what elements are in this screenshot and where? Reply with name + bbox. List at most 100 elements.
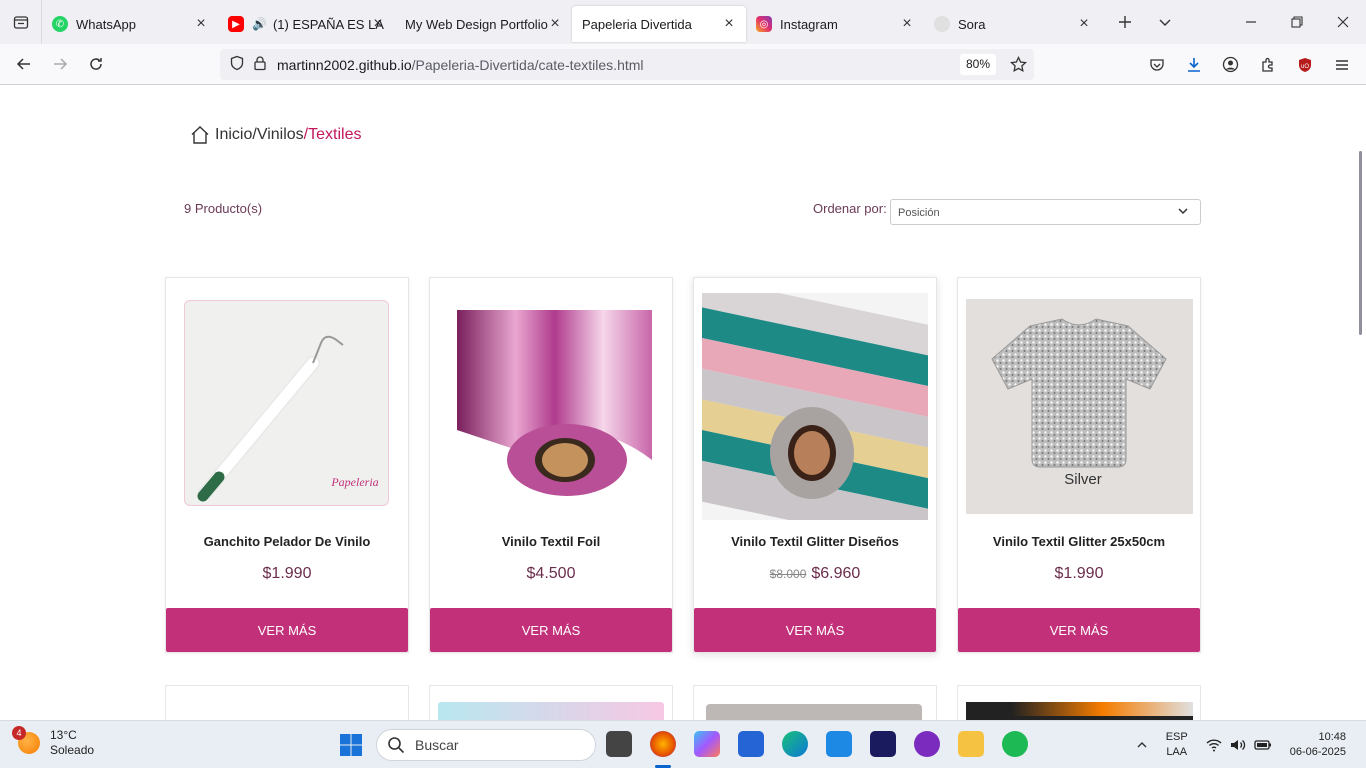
bookmark-star-icon[interactable] [1010,55,1027,76]
product-card[interactable] [165,685,409,720]
sora-icon [934,16,950,32]
minimize-button[interactable] [1228,0,1274,44]
menu-button[interactable] [1323,47,1360,83]
lock-icon[interactable] [253,55,267,74]
close-tab-icon[interactable]: × [546,15,564,33]
price-value: $4.500 [526,565,576,582]
list-all-tabs-button[interactable] [1145,0,1185,44]
tab-title: My Web Design Portfolio [405,16,548,32]
speaker-icon[interactable]: 🔊 [252,17,267,31]
tab-youtube[interactable]: ▶ 🔊 (1) ESPAÑA ES LA × [218,6,395,42]
product-card[interactable]: Papeleria Ganchito Pelador De Vinilo $1.… [165,277,409,653]
volume-icon[interactable] [1230,738,1246,752]
close-tab-icon[interactable]: × [1075,15,1093,33]
forward-button[interactable] [42,46,78,82]
product-card[interactable] [957,685,1201,720]
product-image[interactable] [706,704,922,720]
github-icon[interactable] [914,731,940,757]
wifi-icon[interactable] [1206,738,1222,752]
chevron-up-icon[interactable] [1136,739,1148,751]
ver-mas-button[interactable]: VER MÁS [166,608,408,652]
close-tab-icon[interactable]: × [898,15,916,33]
ver-mas-button[interactable]: VER MÁS [958,608,1200,652]
shield-icon[interactable] [229,55,245,74]
task-view-icon[interactable] [606,731,632,757]
product-name[interactable]: Ganchito Pelador De Vinilo [166,534,408,549]
account-icon [1222,56,1239,73]
product-card[interactable]: Silver Vinilo Textil Glitter 25x50cm $1.… [957,277,1201,653]
sort-label: Ordenar por: [813,201,887,216]
pocket-button[interactable] [1138,47,1175,83]
tab-list-button[interactable] [0,0,42,44]
svg-text:Papeleria: Papeleria [330,475,378,489]
restore-icon [1291,16,1303,28]
home-icon[interactable] [190,125,210,145]
clock[interactable]: 10:48 06-06-2025 [1290,730,1346,760]
ver-mas-button[interactable]: VER MÁS [694,608,936,652]
ublock-button[interactable]: uO [1286,47,1323,83]
product-card[interactable] [429,685,673,720]
tab-portfolio[interactable]: My Web Design Portfolio × [395,6,572,42]
windows-start-icon[interactable] [339,733,363,757]
tab-papeleria[interactable]: Papeleria Divertida × [572,6,746,42]
product-name[interactable]: Vinilo Textil Glitter 25x50cm [958,534,1200,549]
minimize-icon [1246,21,1256,23]
microsoft-store-icon[interactable] [738,731,764,757]
file-explorer-icon[interactable] [958,731,984,757]
reload-button[interactable] [78,46,114,82]
taskbar-search[interactable]: Buscar [376,729,596,761]
product-image-glitter-silver[interactable]: Silver [966,299,1193,514]
product-card[interactable] [693,685,937,720]
close-window-button[interactable] [1320,0,1366,44]
breadcrumb-home-link[interactable]: Inicio [215,126,252,144]
address-bar[interactable]: martinn2002.github.io/Papeleria-Divertid… [220,49,1034,80]
tab-whatsapp[interactable]: ✆ WhatsApp × [42,6,218,42]
copilot-icon[interactable] [694,731,720,757]
sort-select[interactable]: Posición [890,199,1201,225]
svg-text:uO: uO [1300,64,1308,70]
product-name[interactable]: Vinilo Textil Glitter Diseños [694,534,936,549]
extensions-button[interactable] [1249,47,1286,83]
product-image[interactable] [966,702,1193,720]
sort-selected-value: Posición [898,207,940,219]
breadcrumb-vinilos-link[interactable]: Vinilos [257,126,304,144]
downloads-button[interactable] [1175,47,1212,83]
back-button[interactable] [6,46,42,82]
product-name[interactable]: Vinilo Textil Foil [430,534,672,549]
close-tab-icon[interactable]: × [369,15,387,33]
breadcrumb-current: Textiles [308,126,362,143]
product-image-vinyl-weeder[interactable]: Papeleria [184,300,389,506]
product-image-foil-vinyl[interactable] [457,310,652,500]
close-tab-icon[interactable]: × [720,15,738,33]
reload-icon [90,58,102,70]
scrollbar-thumb[interactable] [1359,151,1362,335]
page-scrollbar[interactable] [1352,85,1366,720]
new-tab-button[interactable] [1105,0,1145,44]
zoom-indicator[interactable]: 80% [959,54,996,75]
search-icon [388,737,405,754]
ver-mas-button[interactable]: VER MÁS [430,608,672,652]
firefox-icon[interactable] [650,731,676,757]
product-card[interactable]: Vinilo Textil Foil $4.500 VER MÁS [429,277,673,653]
language-indicator[interactable]: ESP LAA [1166,730,1188,760]
tab-list-icon [13,16,28,29]
url-host: martinn2002.github.io [277,56,412,73]
windows-taskbar: 4 13°C Soleado Buscar ESP LAA 10:48 06-0… [0,720,1366,768]
product-card[interactable]: Vinilo Textil Glitter Diseños $8.000 $6.9… [693,277,937,653]
audition-icon[interactable] [870,731,896,757]
product-image-glitter-designs[interactable] [702,293,928,520]
spotify-icon[interactable] [1002,731,1028,757]
tab-sora[interactable]: Sora × [924,6,1101,42]
product-image[interactable] [438,702,664,720]
close-tab-icon[interactable]: × [192,15,210,33]
battery-icon[interactable] [1254,739,1272,751]
vscode-icon[interactable] [826,731,852,757]
tab-instagram[interactable]: ◎ Instagram × [746,6,924,42]
edge-icon[interactable] [782,731,808,757]
clock-date: 06-06-2025 [1289,746,1346,758]
weather-widget[interactable]: 4 13°C Soleado [12,726,94,758]
price-value: $1.990 [1054,565,1104,582]
restore-button[interactable] [1274,0,1320,44]
account-button[interactable] [1212,47,1249,83]
tab-title: Sora [958,16,986,32]
